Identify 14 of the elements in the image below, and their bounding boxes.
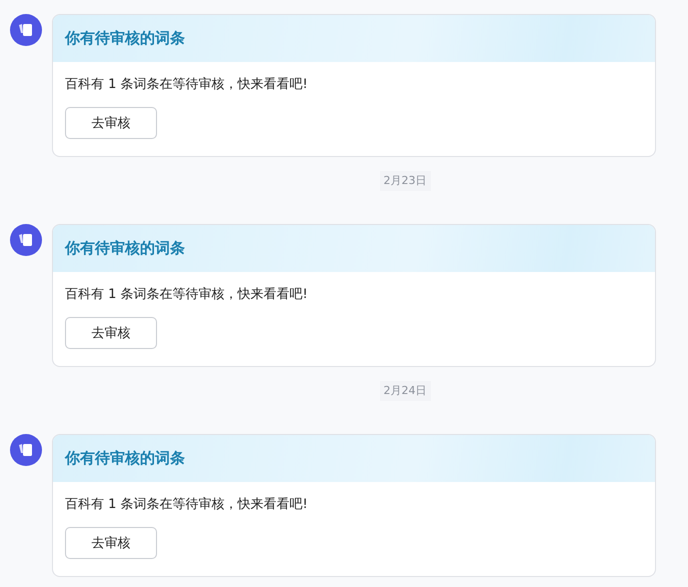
review-button[interactable]: 去审核 — [65, 527, 157, 559]
card-title: 你有待审核的词条 — [65, 239, 185, 258]
card-message: 百科有 1 条词条在等待审核，快来看看吧! — [65, 286, 309, 304]
date-label: 2月23日 — [380, 171, 430, 191]
card-message: 百科有 1 条词条在等待审核，快来看看吧! — [65, 496, 309, 514]
review-button[interactable]: 去审核 — [65, 317, 157, 349]
card-title: 你有待审核的词条 — [65, 29, 185, 48]
avatar-icon — [10, 434, 42, 466]
card-message: 百科有 1 条词条在等待审核，快来看看吧! — [65, 76, 309, 94]
avatar-icon — [10, 14, 42, 46]
avatar-icon — [10, 224, 42, 256]
review-button[interactable]: 去审核 — [65, 107, 157, 139]
date-label: 2月24日 — [380, 381, 430, 401]
card-title: 你有待审核的词条 — [65, 449, 185, 468]
